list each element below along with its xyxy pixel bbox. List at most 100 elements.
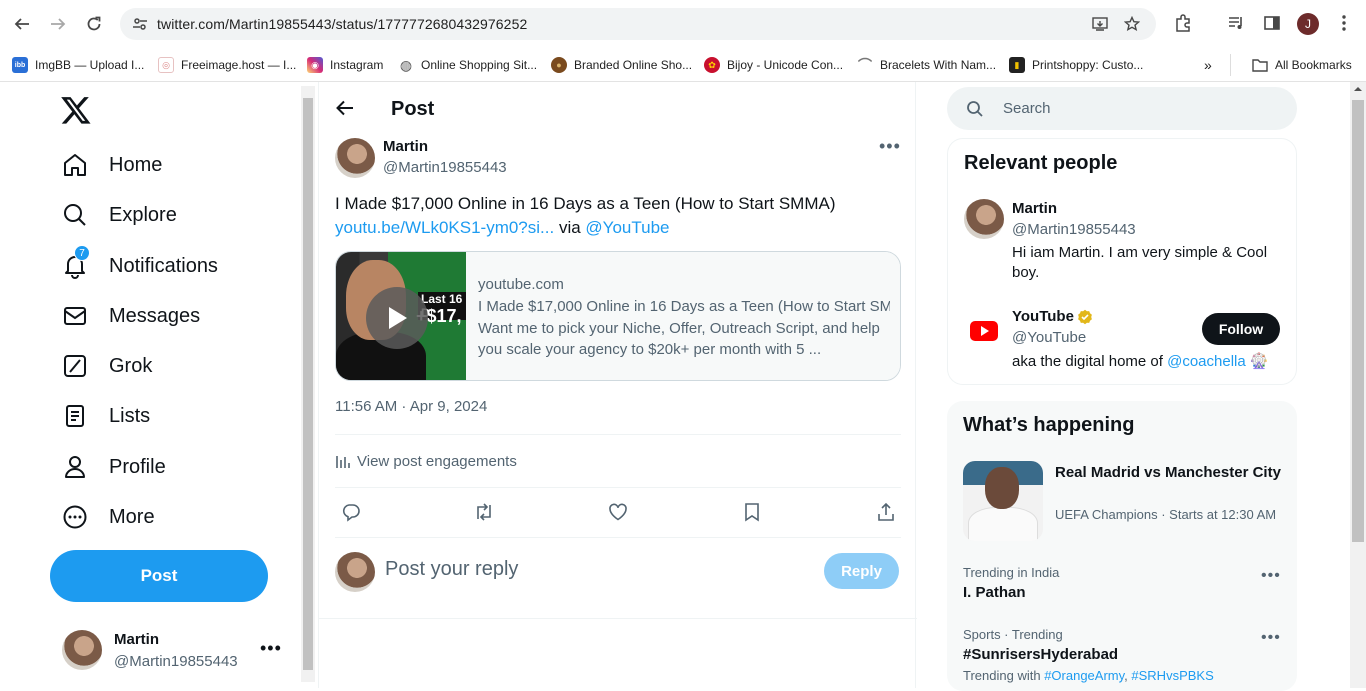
scrollbar-thumb[interactable] — [303, 98, 313, 670]
kebab-menu-icon[interactable] — [1333, 12, 1355, 34]
youtube-logo-icon[interactable] — [964, 311, 1004, 351]
forward-icon[interactable] — [46, 12, 70, 36]
hashtag-link[interactable]: #OrangeArmy — [1044, 668, 1124, 683]
nav-explore[interactable]: Explore — [60, 195, 177, 235]
view-engagements[interactable]: View post engagements — [335, 450, 517, 472]
all-bookmarks-label: All Bookmarks — [1275, 58, 1352, 72]
share-icon[interactable] — [874, 500, 898, 524]
post-body: I Made $17,000 Online in 16 Days as a Te… — [335, 194, 836, 213]
url-text[interactable]: twitter.com/Martin19855443/status/177777… — [157, 16, 527, 32]
divider — [335, 434, 901, 435]
search-box[interactable]: Search — [947, 87, 1297, 130]
divider — [335, 537, 901, 538]
bookmark-bracelets[interactable]: ⌒ Bracelets With Nam... — [857, 54, 996, 76]
address-bar[interactable]: twitter.com/Martin19855443/status/177777… — [120, 8, 1156, 40]
more-options-icon[interactable]: ••• — [260, 638, 282, 659]
account-name: Martin — [114, 631, 159, 648]
trend-image[interactable] — [963, 461, 1043, 541]
bookmarks-bar: ibb ImgBB — Upload I... ◎ Freeimage.host… — [0, 48, 1366, 82]
bookmark-online-shopping[interactable]: ◍ Online Shopping Sit... — [398, 54, 537, 76]
nav-messages[interactable]: Messages — [60, 296, 200, 336]
back-arrow-icon[interactable] — [335, 98, 355, 118]
person-handle[interactable]: @Martin19855443 — [1012, 221, 1136, 238]
page-scrollbar[interactable] — [1350, 82, 1366, 688]
youtube-name-row[interactable]: YouTube — [1012, 308, 1093, 325]
bookmark-imgbb[interactable]: ibb ImgBB — Upload I... — [12, 54, 144, 76]
scroll-up-icon[interactable] — [1350, 82, 1366, 96]
card-description: Want me to pick your Niche, Offer, Outre… — [478, 320, 880, 358]
trend-name[interactable]: I. Pathan — [963, 584, 1026, 601]
analytics-icon — [336, 456, 350, 468]
nav-profile[interactable]: Profile — [60, 447, 166, 487]
imgbb-icon: ibb — [12, 57, 28, 73]
all-bookmarks[interactable]: All Bookmarks — [1252, 54, 1352, 76]
back-icon[interactable] — [10, 12, 34, 36]
site-info-icon[interactable] — [132, 16, 148, 32]
reply-icon[interactable] — [339, 500, 363, 524]
person-handle[interactable]: @YouTube — [1012, 329, 1086, 346]
nav-more[interactable]: More — [60, 497, 155, 537]
nav-notifications[interactable]: 7 Notifications — [60, 245, 218, 286]
left-navigation: Home Explore 7 Notifications Messages Gr… — [0, 82, 300, 688]
account-switcher[interactable]: Martin @Martin19855443 ••• — [50, 622, 290, 678]
follow-button[interactable]: Follow — [1202, 313, 1280, 345]
home-icon — [64, 154, 86, 176]
author-handle[interactable]: @Martin19855443 — [383, 159, 507, 176]
author-name[interactable]: Martin — [383, 138, 428, 155]
bookmark-label: Bijoy - Unicode Con... — [727, 58, 844, 72]
card-details: youtube.com I Made $17,000 Online in 16 … — [466, 252, 900, 380]
install-app-icon[interactable] — [1092, 16, 1108, 32]
reply-button[interactable]: Reply — [824, 553, 899, 589]
player-head — [985, 467, 1019, 509]
more-bookmarks-icon[interactable]: » — [1204, 54, 1212, 76]
more-options-icon[interactable]: ••• — [1261, 629, 1281, 647]
play-icon[interactable] — [366, 287, 428, 349]
left-scrollbar[interactable] — [301, 86, 315, 682]
more-options-icon[interactable]: ••• — [879, 136, 901, 157]
bookmark-freeimage[interactable]: ◎ Freeimage.host — I... — [158, 54, 296, 76]
bookmark-label: Printshoppy: Custo... — [1032, 58, 1144, 72]
bookmark-icon[interactable] — [740, 500, 764, 524]
avatar — [62, 630, 102, 670]
repost-icon[interactable] — [472, 500, 496, 524]
panel-title: Relevant people — [964, 152, 1118, 174]
person-name[interactable]: Martin — [1012, 200, 1057, 217]
avatar[interactable] — [964, 199, 1004, 239]
x-logo-icon[interactable] — [60, 94, 92, 126]
more-options-icon[interactable]: ••• — [1261, 567, 1281, 585]
trend-title[interactable]: Real Madrid vs Manchester City — [1055, 463, 1285, 483]
bookmark-label: ImgBB — Upload I... — [35, 58, 145, 72]
hashtag-link[interactable]: #SRHvsPBKS — [1131, 668, 1213, 683]
divider — [319, 618, 917, 619]
link-card[interactable]: Last 16 D +$17, youtube.com I Made $17,0… — [335, 251, 901, 381]
author-avatar[interactable] — [335, 138, 375, 178]
bookmark-branded[interactable]: ● Branded Online Sho... — [551, 54, 692, 76]
profile-avatar[interactable]: J — [1297, 13, 1319, 35]
bookmark-bijoy[interactable]: ✿ Bijoy - Unicode Con... — [704, 54, 843, 76]
post-timestamp[interactable]: 11:56 AM · Apr 9, 2024 — [335, 398, 487, 415]
youtube-mention[interactable]: @YouTube — [585, 218, 669, 237]
coachella-link[interactable]: @coachella — [1167, 353, 1246, 370]
search-input[interactable]: Search — [1003, 100, 1051, 117]
player-kit — [968, 507, 1038, 541]
extensions-icon[interactable] — [1172, 12, 1194, 34]
trend-name[interactable]: #SunrisersHyderabad — [963, 646, 1118, 663]
reply-input[interactable]: Post your reply — [385, 558, 518, 581]
nav-grok[interactable]: Grok — [60, 346, 152, 386]
side-panel-icon[interactable] — [1261, 12, 1283, 34]
search-icon — [967, 101, 983, 117]
video-thumbnail[interactable]: Last 16 D +$17, — [336, 252, 466, 380]
reload-icon[interactable] — [82, 12, 106, 36]
nav-lists[interactable]: Lists — [60, 396, 150, 436]
star-icon[interactable] — [1124, 16, 1140, 32]
like-icon[interactable] — [606, 500, 630, 524]
scrollbar-thumb[interactable] — [1352, 100, 1364, 542]
post-button[interactable]: Post — [50, 550, 268, 602]
nav-home[interactable]: Home — [60, 145, 162, 185]
bookmark-printshoppy[interactable]: ▮ Printshoppy: Custo... — [1009, 54, 1143, 76]
page-title: Post — [391, 98, 435, 120]
bookmark-instagram[interactable]: ◉ Instagram — [307, 54, 383, 76]
nav-label: Home — [109, 153, 163, 176]
post-link[interactable]: youtu.be/WLk0KS1-ym0?si... — [335, 218, 554, 237]
media-control-icon[interactable] — [1225, 12, 1247, 34]
